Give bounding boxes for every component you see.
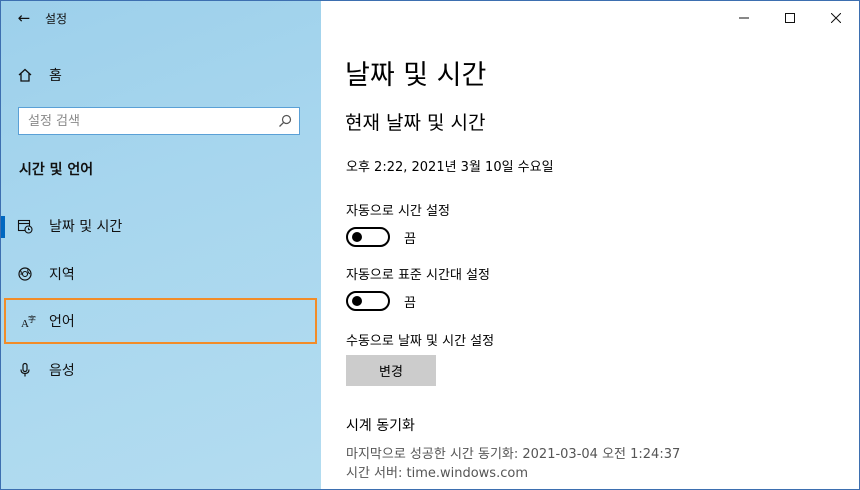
titlebar-left: ← 설정 [1,1,321,35]
auto-time-label: 자동으로 시간 설정 [346,204,450,219]
calendar-clock-icon [1,218,49,234]
current-datetime: 오후 2:22, 2021년 3월 10일 수요일 [346,160,554,175]
minimize-icon [739,17,749,19]
manual-time-label: 수동으로 날짜 및 시간 설정 [346,334,495,349]
search-icon[interactable] [271,114,299,128]
nav-home-label: 홈 [49,68,62,84]
sidebar-item-region[interactable]: 지역 [1,252,321,296]
page-title: 날짜 및 시간 [345,60,487,91]
maximize-icon [785,13,795,23]
language-icon: A字 [6,313,49,329]
auto-time-toggle-row[interactable]: 끔 [346,227,416,247]
globe-icon [1,266,49,282]
sidebar: ← 설정 홈 시간 및 언어 날짜 및 시간 [1,1,321,489]
close-button[interactable] [813,1,859,35]
sync-title: 시계 동기화 [346,418,415,434]
app-title: 설정 [45,11,68,26]
section-header: 시간 및 언어 [19,162,94,178]
auto-timezone-toggle[interactable] [346,291,390,311]
auto-timezone-state: 끔 [404,295,416,311]
auto-timezone-toggle-row[interactable]: 끔 [346,291,416,311]
sidebar-item-label: 음성 [49,363,75,379]
sidebar-item-date-time[interactable]: 날짜 및 시간 [1,204,321,248]
close-icon [831,13,841,23]
sidebar-item-label: 언어 [49,314,75,330]
settings-window: ← 설정 홈 시간 및 언어 날짜 및 시간 [0,0,860,490]
nav-home[interactable]: 홈 [1,57,321,93]
back-arrow-icon: ← [17,9,31,27]
time-server-text: 시간 서버: time.windows.com [346,466,528,481]
change-button[interactable]: 변경 [346,355,436,386]
section-subtitle: 현재 날짜 및 시간 [345,112,486,134]
back-button[interactable]: ← [1,1,47,35]
auto-timezone-label: 자동으로 표준 시간대 설정 [346,268,490,283]
last-sync-text: 마지막으로 성공한 시간 동기화: 2021-03-04 오전 1:24:37 [346,447,681,462]
search-box[interactable] [18,107,300,135]
sidebar-item-speech[interactable]: 음성 [1,348,321,392]
sidebar-item-label: 날짜 및 시간 [49,219,123,235]
svg-text:字: 字 [28,314,36,324]
microphone-icon [1,362,49,378]
minimize-button[interactable] [721,1,767,35]
maximize-button[interactable] [767,1,813,35]
auto-time-state: 끔 [404,231,416,247]
home-icon [1,67,49,83]
window-controls [721,1,859,35]
content-pane: 날짜 및 시간 현재 날짜 및 시간 오후 2:22, 2021년 3월 10일… [321,1,859,489]
toggle-knob [352,296,362,306]
auto-time-toggle[interactable] [346,227,390,247]
sidebar-item-label: 지역 [49,267,75,283]
sidebar-item-language[interactable]: A字 언어 [4,298,317,344]
search-input[interactable] [19,112,271,130]
toggle-knob [352,232,362,242]
